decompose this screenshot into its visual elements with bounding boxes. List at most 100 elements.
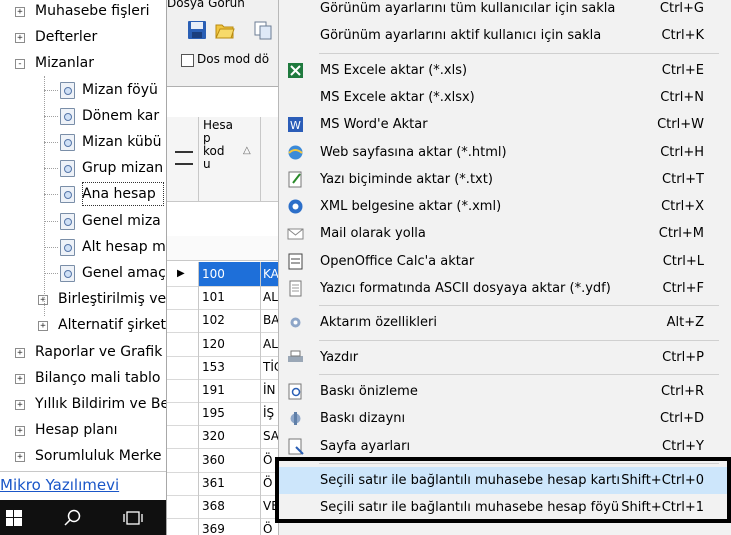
table-row[interactable]: 153TİC xyxy=(167,354,279,380)
tree-item[interactable]: Mizan kübü xyxy=(0,130,166,154)
table-row[interactable]: 191 İN xyxy=(167,378,279,403)
copy-icon[interactable] xyxy=(253,20,273,40)
cell-account-code[interactable]: 100 xyxy=(198,262,260,286)
expand-icon[interactable]: + xyxy=(15,426,25,437)
tree-item[interactable]: + Raporlar ve Grafik xyxy=(0,340,166,364)
expand-icon[interactable]: + xyxy=(38,321,48,332)
table-row[interactable]: 368 VE xyxy=(167,494,279,519)
tree-item[interactable]: Ana hesap xyxy=(0,182,166,207)
dos-mode-checkbox[interactable] xyxy=(181,54,194,67)
tree-item[interactable]: Grup mizan xyxy=(0,156,166,180)
cell-account-code[interactable]: 101 xyxy=(198,285,260,310)
table-row[interactable]: 120 AL xyxy=(167,331,279,357)
tree-item-label: Bilanço mali tablo xyxy=(35,369,161,386)
tree-item[interactable]: Alt hesap m xyxy=(0,235,166,259)
cell-account-code[interactable]: 153 xyxy=(198,354,260,379)
tree-item[interactable]: + Birleştirilmiş ve xyxy=(0,287,166,311)
text-file-icon xyxy=(288,171,302,188)
menu-item[interactable]: Yazı biçiminde aktar (*.txt) Ctrl+T xyxy=(279,166,731,193)
menu-item[interactable]: W MS Word'e Aktar Ctrl+W xyxy=(279,111,731,138)
cell-account-name[interactable]: İŞ xyxy=(260,401,279,426)
table-row[interactable]: 320 SA xyxy=(167,424,279,450)
cell-account-code[interactable]: 361 xyxy=(198,470,260,495)
table-row[interactable]: 361 Ö xyxy=(167,470,279,496)
menu-item-label: Yazdır xyxy=(320,349,359,365)
menu-item[interactable]: Görünüm ayarlarını aktif kullanıcı için … xyxy=(279,22,731,49)
toolbar xyxy=(167,14,279,46)
report-icon xyxy=(60,81,75,99)
cell-account-name[interactable]: AL xyxy=(260,285,279,310)
menu-item[interactable]: Yazdır Ctrl+P xyxy=(279,344,731,371)
save-icon[interactable] xyxy=(187,20,207,40)
menu-item-label: Baskı dizaynı xyxy=(320,411,406,427)
cell-account-name[interactable]: KA xyxy=(260,262,279,286)
menu-item[interactable]: Web sayfasına aktar (*.html) Ctrl+H xyxy=(279,139,731,166)
filter-row[interactable] xyxy=(167,236,279,261)
menu-item[interactable]: Baskı önizleme Ctrl+R xyxy=(279,378,731,405)
tree-connector xyxy=(44,194,58,196)
expand-icon[interactable]: + xyxy=(15,7,25,17)
table-row[interactable]: 101 AL xyxy=(167,285,279,311)
menu-item[interactable]: OpenOffice Calc'a aktar Ctrl+L xyxy=(279,248,731,275)
expand-icon[interactable]: + xyxy=(15,400,25,410)
collapse-icon[interactable]: - xyxy=(15,59,25,70)
expand-icon[interactable]: + xyxy=(15,33,25,44)
cell-account-code[interactable]: 195 xyxy=(198,401,260,426)
mikro-link[interactable]: Mikro Yazılımevi xyxy=(0,476,119,494)
menu-item[interactable]: Yazıcı formatında ASCII dosyaya aktar (*… xyxy=(279,275,731,302)
task-view-icon[interactable] xyxy=(122,510,144,526)
tree-item[interactable]: Dönem kar xyxy=(0,104,166,128)
expand-icon[interactable]: + xyxy=(15,452,25,463)
cell-account-name[interactable]: TİC xyxy=(260,354,279,379)
expand-icon[interactable]: + xyxy=(15,373,25,384)
tree-item[interactable]: + Alternatif şirket xyxy=(0,313,166,337)
table-row[interactable]: 369 Ö xyxy=(167,517,279,535)
expand-icon[interactable]: + xyxy=(38,295,48,306)
tree-item[interactable]: + Muhasebe fişleri xyxy=(0,0,166,23)
menu-item[interactable]: MS Excele aktar (*.xlsx) Ctrl+N xyxy=(279,84,731,111)
tree-item[interactable]: + Bilanço mali tablo xyxy=(0,366,166,390)
excel-icon xyxy=(288,62,303,78)
windows-start-icon[interactable] xyxy=(6,510,22,526)
search-icon[interactable] xyxy=(64,509,82,527)
table-row[interactable]: 102 BA xyxy=(167,308,279,334)
tree-item[interactable]: Mizan föyü xyxy=(0,78,166,102)
menu-item[interactable]: Mail olarak yolla Ctrl+M xyxy=(279,220,731,247)
cell-account-name[interactable]: SA xyxy=(260,424,279,449)
menu-item[interactable]: Baskı dizaynı Ctrl+D xyxy=(279,405,731,432)
menu-item[interactable]: MS Excele aktar (*.xls) Ctrl+E xyxy=(279,57,731,84)
cell-account-code[interactable]: 368 xyxy=(198,494,260,518)
tree-item[interactable]: + Defterler xyxy=(0,25,166,49)
tree-item[interactable]: + Yıllık Bildirim ve Be xyxy=(0,392,166,416)
table-row[interactable]: 195 İŞ xyxy=(167,401,279,427)
tree-item[interactable]: + Hesap planı xyxy=(0,418,166,442)
menu-item[interactable]: Aktarım özellikleri Alt+Z xyxy=(279,309,731,336)
menu-item[interactable]: XML belgesine aktar (*.xml) Ctrl+X xyxy=(279,193,731,220)
window-menubar[interactable]: Dosya Görün xyxy=(167,0,279,12)
tree-item-label: Grup mizan xyxy=(82,160,164,177)
cell-account-code[interactable]: 102 xyxy=(198,308,260,333)
column-header-name[interactable] xyxy=(260,117,279,201)
menu-item[interactable]: Görünüm ayarlarını tüm kullanıcılar için… xyxy=(279,0,731,22)
menu-item[interactable]: Sayfa ayarları Ctrl+Y xyxy=(279,433,731,460)
open-folder-icon[interactable] xyxy=(215,20,235,40)
tree-item[interactable]: Genel amaç xyxy=(0,261,166,285)
cell-account-code[interactable]: 320 xyxy=(198,424,260,449)
tree-item[interactable]: Genel miza xyxy=(0,209,166,233)
cell-account-code[interactable]: 120 xyxy=(198,331,260,356)
table-row[interactable]: 360 Ö xyxy=(167,447,279,473)
tree-item-label: Defterler xyxy=(35,29,98,46)
column-chooser-icon[interactable] xyxy=(175,151,193,165)
cell-account-code[interactable]: 369 xyxy=(198,517,260,535)
cell-account-name[interactable]: BA xyxy=(260,308,279,333)
web-icon xyxy=(288,145,303,159)
cell-account-code[interactable]: 191 xyxy=(198,378,260,402)
cell-account-name[interactable]: İN xyxy=(260,378,279,402)
tree-item[interactable]: - Mizanlar xyxy=(0,51,166,75)
cell-account-name[interactable]: AL xyxy=(260,331,279,356)
tree-item[interactable]: + Sorumluluk Merke xyxy=(0,444,166,468)
cell-account-code[interactable]: 360 xyxy=(198,447,260,472)
table-row[interactable]: ▶ 100 KA xyxy=(167,262,279,287)
expand-icon[interactable]: + xyxy=(15,347,25,358)
column-header-hesap-kodu[interactable]: Hesa p kod u △ xyxy=(198,117,260,201)
